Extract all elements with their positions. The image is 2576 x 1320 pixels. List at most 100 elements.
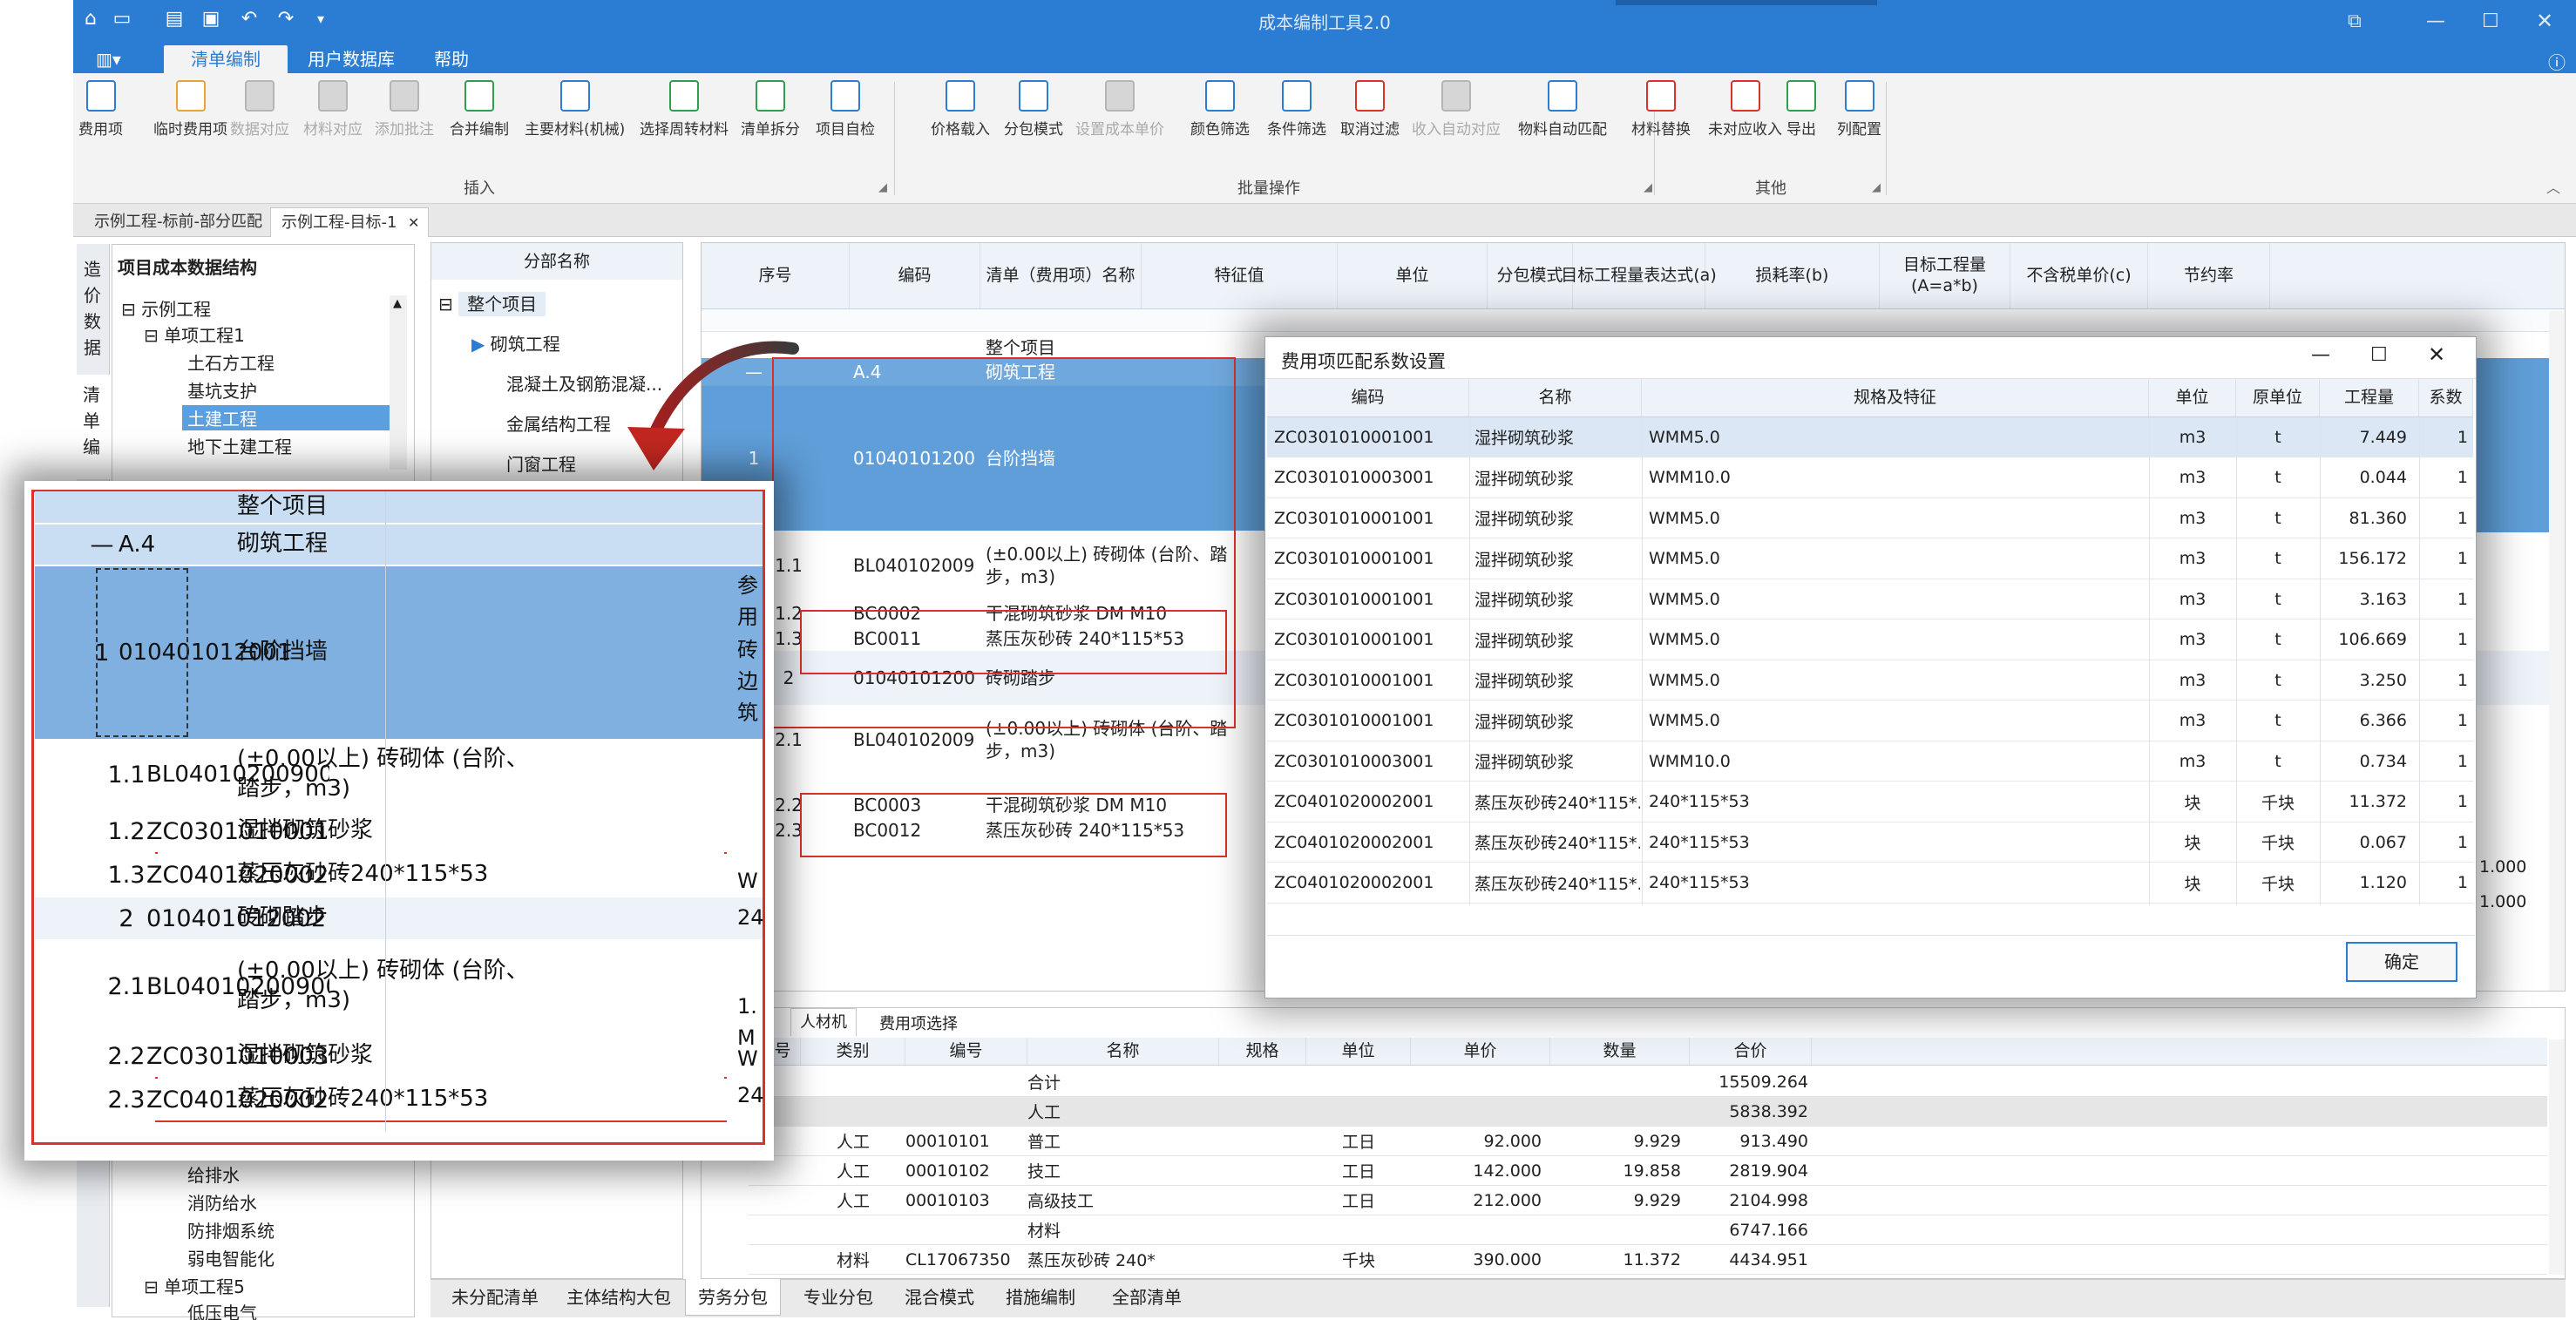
filter-row[interactable] (702, 309, 2565, 332)
zoom-row[interactable]: 整个项目 (35, 491, 763, 523)
tree-item-underground[interactable]: 地下土建工程 (187, 433, 292, 458)
tree-item-low-voltage[interactable]: 低压电气 (187, 1299, 257, 1320)
grid-col-header[interactable]: 目标工程量 (A=a*b) (1880, 243, 2010, 308)
dialog-row[interactable]: ZC0401020002001 蒸压灰砂砖240*115*... 240*115*5… (1267, 822, 2473, 863)
ok-button[interactable]: 确定 (2346, 942, 2457, 982)
ribbon-button-16[interactable]: 收入自动对应 (1412, 80, 1501, 139)
mode-tab[interactable]: 专业分包 (791, 1279, 885, 1316)
grid-col-header[interactable]: 单位 (1338, 243, 1488, 308)
grid-col-header[interactable]: 清单（费用项）名称 (980, 243, 1142, 308)
group-expand-icon[interactable]: ◢ (1872, 181, 1881, 194)
division-item-masonry[interactable]: ▶ 砌筑工程 (471, 330, 560, 355)
res-col-header[interactable]: 数量 (1550, 1038, 1690, 1065)
tree-item-project[interactable]: ⊟ 示例工程 (121, 295, 211, 321)
side-tab-cost-data[interactable]: 造价数据 (82, 256, 103, 361)
side-tab-bill[interactable]: 清单编 (77, 375, 110, 479)
dialog-col-header[interactable]: 编码 (1267, 379, 1469, 416)
zoom-row[interactable]: 2.3ZC04010200020...蒸压灰砂砖240*115*53 (35, 1079, 763, 1120)
ribbon-collapse-icon[interactable]: ︿ (2546, 176, 2560, 197)
maximize-icon[interactable]: ☐ (2482, 10, 2499, 32)
zoom-row[interactable]: — A.4 砌筑工程 (35, 525, 763, 565)
grid-col-header[interactable]: 损耗率(b) (1705, 243, 1880, 308)
zoom-row[interactable]: 2 010401012002 砖砌踏步 (35, 897, 763, 939)
group-expand-icon[interactable]: ◢ (1644, 181, 1652, 194)
dialog-col-header[interactable]: 工程量 (2320, 379, 2419, 416)
dialog-row[interactable]: ZC0301010001001 湿拌砌筑砂浆 WMM5.0 m3 t 3.163 1 (1267, 579, 2473, 619)
collapse-icon[interactable]: ⊟ (144, 1276, 164, 1297)
ribbon-button-14[interactable]: 条件筛选 (1267, 80, 1326, 139)
dialog-col-header[interactable]: 单位 (2149, 379, 2236, 416)
dialog-row[interactable]: ZC0301010003001 湿拌砌筑砂浆 WMM10.0 m3 t 0.044 1 (1267, 457, 2473, 498)
mode-tab[interactable]: 未分配清单 (439, 1279, 551, 1316)
dialog-row[interactable]: ZC0301010001001 湿拌砌筑砂浆 WMM5.0 m3 t 81.360 1 (1267, 498, 2473, 538)
minimize-icon[interactable]: — (2426, 10, 2445, 32)
dialog-row[interactable]: ZC0401020002001 蒸压灰砂砖240*115*... 240*115*5… (1267, 782, 2473, 822)
grid-scrollbar[interactable] (2549, 311, 2565, 991)
ribbon-button-11[interactable]: 分包模式 (1004, 80, 1063, 139)
dialog-col-header[interactable]: 规格及特征 (1642, 379, 2149, 416)
ribbon-button-15[interactable]: 取消过滤 (1340, 80, 1400, 139)
ribbon-button-13[interactable]: 颜色筛选 (1190, 80, 1250, 139)
res-col-header[interactable]: 编号 (905, 1038, 1027, 1065)
dialog-col-header[interactable]: 原单位 (2236, 379, 2320, 416)
tree-item-drainage[interactable]: 给排水 (187, 1161, 240, 1187)
restore-icon[interactable]: ⧉ (2348, 10, 2362, 32)
res-col-header[interactable]: 单价 (1411, 1038, 1550, 1065)
resource-scrollbar[interactable] (2549, 1039, 2565, 1275)
ribbon-button-4[interactable]: 添加批注 (375, 80, 434, 139)
res-col-header[interactable]: 合价 (1690, 1038, 1812, 1065)
tab-bill-edit[interactable]: 清单编制 (164, 45, 288, 73)
tree-item-smoke[interactable]: 防排烟系统 (187, 1217, 275, 1242)
ribbon-button-20[interactable]: 导出 (1786, 80, 1816, 139)
mode-tab[interactable]: 劳务分包 (685, 1279, 781, 1316)
dialog-row[interactable]: ZC0301010001001 湿拌砌筑砂浆 WMM5.0 m3 t 106.669 1 (1267, 619, 2473, 660)
res-col-header[interactable]: 名称 (1027, 1038, 1219, 1065)
mode-tab[interactable]: 全部清单 (1100, 1279, 1194, 1316)
ribbon-button-0[interactable]: 费用项 (78, 80, 123, 139)
zoom-row[interactable]: 1.3ZC04010200020...蒸压灰砂砖240*115*53 (35, 854, 763, 896)
division-item-metal[interactable]: 金属结构工程 (506, 410, 611, 436)
collapse-icon[interactable]: ⊟ (438, 294, 458, 315)
tree-scrollbar[interactable] (390, 295, 407, 470)
tree-item-single5[interactable]: ⊟ 单项工程5 (144, 1273, 245, 1298)
resource-row[interactable]: 人工 00010101 普工 工日 92.000 9.929 913.490 (749, 1127, 2547, 1156)
ribbon-button-2[interactable]: 数据对应 (230, 80, 289, 139)
tree-item-fire-water[interactable]: 消防给水 (187, 1189, 257, 1215)
grid-col-header[interactable]: 序号 (702, 243, 850, 308)
doc-tab-target[interactable]: 示例工程-目标-1 ✕ (270, 207, 430, 237)
tree-item-pit[interactable]: 基坑支护 (187, 377, 257, 403)
res-tab-fee-select[interactable]: 费用项选择 (879, 1012, 958, 1034)
ribbon-button-10[interactable]: 价格载入 (931, 80, 990, 139)
resource-row[interactable]: 材料 CL17067350 蒸压灰砂砖 240* 千块 390.000 11.372 443… (749, 1245, 2547, 1275)
ribbon-button-9[interactable]: 项目自检 (816, 80, 875, 139)
resource-row[interactable]: 合计 15509.264 (749, 1067, 2547, 1097)
doc-tab-bid[interactable]: 示例工程-标前-部分匹配 (84, 207, 273, 237)
ribbon-button-21[interactable]: 列配置 (1837, 80, 1881, 139)
zoom-row[interactable]: 2.2ZC03010100030...湿拌砌筑砂浆 (35, 1035, 763, 1077)
zoom-row[interactable]: 1.1 BL040102009002 (±0.00以上) 砖砌体 (台阶、 踏步，m… (35, 742, 763, 807)
dialog-row[interactable]: ZC0301010001001 湿拌砌筑砂浆 WMM5.0 m3 t 7.449 1 (1267, 417, 2473, 457)
ribbon-button-7[interactable]: 选择周转材料 (640, 80, 729, 139)
zoom-row[interactable]: 2.1BL040102009002(±0.00以上) 砖砌体 (台阶、 踏步，m… (35, 941, 763, 1032)
dialog-col-header[interactable]: 系数 (2419, 379, 2473, 416)
zoom-row[interactable]: 1.2ZC03010100010...湿拌砌筑砂浆 (35, 810, 763, 852)
division-item-door[interactable]: 门窗工程 (506, 450, 576, 476)
dialog-col-header[interactable]: 名称 (1469, 379, 1642, 416)
dialog-row[interactable]: ZC0301010001001 湿拌砌筑砂浆 WMM5.0 m3 t 3.250 1 (1267, 660, 2473, 701)
ribbon-button-6[interactable]: 主要材料(机械) (525, 80, 625, 139)
mode-tab[interactable]: 措施编制 (993, 1279, 1088, 1316)
grid-col-header[interactable]: 不含税单价(c) (2010, 243, 2148, 308)
close-icon[interactable]: ✕ (2536, 9, 2553, 33)
grid-col-header[interactable]: 特征值 (1142, 243, 1338, 308)
dialog-maximize-icon[interactable]: ☐ (2370, 344, 2388, 366)
ribbon-button-18[interactable]: 材料替换 (1631, 80, 1691, 139)
tree-item-single1[interactable]: ⊟ 单项工程1 (144, 322, 245, 347)
dialog-row[interactable]: ZC0301010003001 湿拌砌筑砂浆 WMM10.0 m3 t 0.734 1 (1267, 741, 2473, 782)
scroll-up-icon[interactable]: ▲ (393, 297, 402, 310)
dialog-row[interactable]: ZC0301010001001 湿拌砌筑砂浆 WMM5.0 m3 t 156.172 1 (1267, 538, 2473, 579)
ribbon-button-5[interactable]: 合并编制 (450, 80, 509, 139)
resource-row[interactable]: 人工 00010103 高级技工 工日 212.000 9.929 2104.998 (749, 1186, 2547, 1215)
dialog-close-icon[interactable]: ✕ (2428, 342, 2445, 367)
res-tab-materials[interactable]: 人材机 (790, 1008, 857, 1036)
dialog-row[interactable]: ZC0401020002001 蒸压灰砂砖240*115*... 240*115*5… (1267, 863, 2473, 904)
